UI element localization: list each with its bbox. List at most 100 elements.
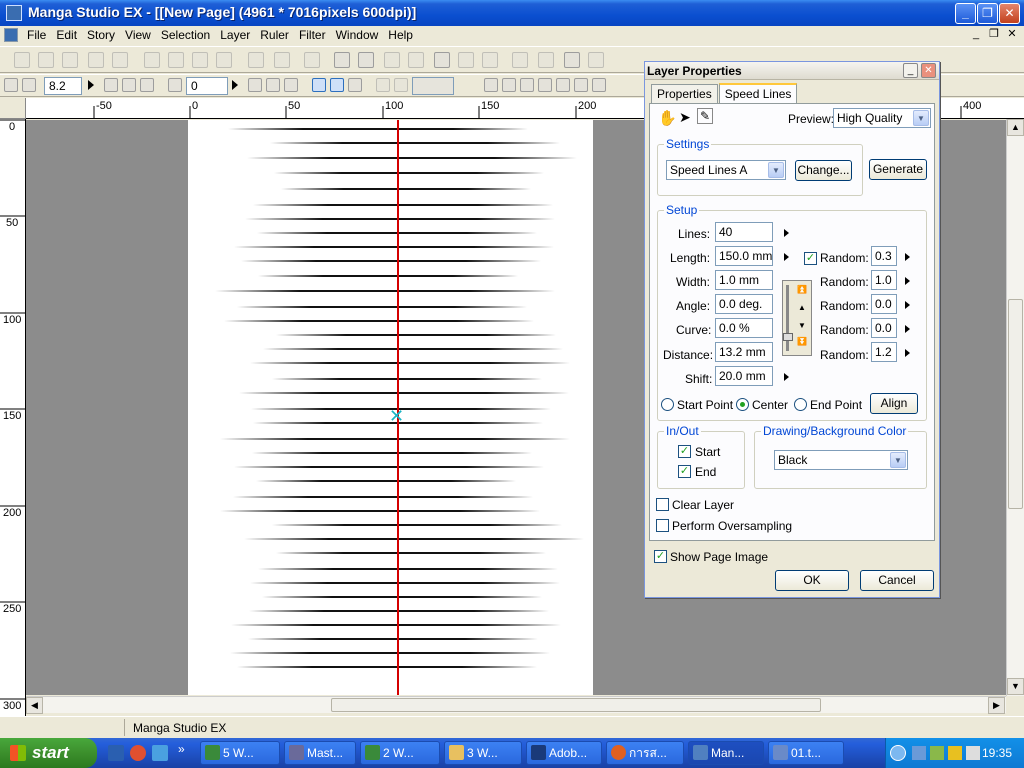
scroll-down-icon[interactable]: ▼ [1007, 678, 1024, 695]
task-button[interactable]: Man... [688, 741, 764, 765]
show-page-image-checkbox[interactable]: ✓ [654, 550, 667, 563]
in-start-checkbox[interactable]: ✓ [678, 445, 691, 458]
align-button[interactable]: Align [870, 393, 918, 414]
snap-icon[interactable] [376, 78, 390, 92]
end-point-radio[interactable] [794, 398, 807, 411]
generate-button[interactable]: Generate [869, 159, 927, 180]
radial-ruler-icon[interactable] [538, 78, 552, 92]
frame-icon[interactable] [408, 52, 424, 68]
pen-tool-icon[interactable]: ✎ [697, 108, 713, 124]
scroll-up-icon[interactable]: ▲ [1007, 119, 1024, 136]
layout-icon[interactable] [384, 52, 400, 68]
grid-ruler-icon[interactable] [574, 78, 588, 92]
special-ruler-icon[interactable] [502, 78, 516, 92]
quicklaunch-desktop-icon[interactable] [108, 745, 124, 761]
horizontal-scrollbar[interactable]: ◀ ▶ [26, 696, 1006, 714]
task-button[interactable]: 3 W... [444, 741, 522, 765]
dialog-minimize-button[interactable]: _ [903, 63, 918, 78]
redo-icon[interactable] [274, 52, 290, 68]
ruler-icon[interactable] [312, 78, 326, 92]
frame-ruler-icon[interactable] [592, 78, 606, 92]
scroll-right-icon[interactable]: ▶ [988, 697, 1005, 714]
dialog-title-bar[interactable]: Layer Properties _ ✕ [645, 62, 939, 80]
security-alert-icon[interactable] [948, 746, 962, 760]
messenger-icon[interactable] [930, 746, 944, 760]
undo-icon[interactable] [248, 52, 264, 68]
center-point-icon[interactable]: ✕ [389, 406, 404, 427]
start-button[interactable]: start [0, 738, 97, 768]
doc-restore-button[interactable]: ❐ [986, 28, 1002, 42]
angle-input[interactable]: 0.0 deg. [715, 294, 773, 314]
menu-layer[interactable]: Layer [215, 26, 255, 44]
curve-random-arrow-icon[interactable] [905, 325, 910, 333]
new-story-icon[interactable] [38, 52, 54, 68]
shift-slider-arrow-icon[interactable] [784, 373, 789, 381]
parallel-ruler-icon[interactable] [556, 78, 570, 92]
save-icon[interactable] [88, 52, 104, 68]
copy-icon[interactable] [168, 52, 184, 68]
preview-select[interactable]: High Quality ▼ [833, 108, 931, 128]
start-point-radio[interactable] [661, 398, 674, 411]
pointer-tool-icon[interactable]: ➤ [679, 109, 691, 126]
dialog-close-button[interactable]: ✕ [921, 63, 936, 78]
width-random-arrow-icon[interactable] [905, 277, 910, 285]
reset-icon[interactable] [248, 78, 262, 92]
width-slider-popup[interactable]: ⏫ ▲ ▼ ⏬ [782, 280, 812, 356]
task-button[interactable]: Adob... [526, 741, 602, 765]
menu-ruler[interactable]: Ruler [255, 26, 294, 44]
menu-filter[interactable]: Filter [294, 26, 331, 44]
network-icon[interactable] [912, 746, 926, 760]
zoom-arrow-icon[interactable] [88, 80, 94, 90]
perspective-icon[interactable] [348, 78, 362, 92]
perspective-ruler-icon[interactable] [520, 78, 534, 92]
tab-speed-lines[interactable]: Speed Lines [718, 83, 798, 105]
quicklaunch-media-icon[interactable] [130, 745, 146, 761]
maximize-button[interactable]: ❐ [977, 3, 998, 24]
distance-random-arrow-icon[interactable] [905, 349, 910, 357]
rotate-field[interactable]: 0 [186, 77, 228, 95]
width-random-input[interactable]: 1.0 [871, 270, 897, 290]
scroll-left-icon[interactable]: ◀ [26, 697, 43, 714]
new-icon[interactable] [14, 52, 30, 68]
center-radio[interactable] [736, 398, 749, 411]
rotate-icon[interactable] [168, 78, 182, 92]
length-random-input[interactable]: 0.3 [871, 246, 897, 266]
menu-view[interactable]: View [120, 26, 156, 44]
panel2-icon[interactable] [538, 52, 554, 68]
change-button[interactable]: Change... [795, 160, 852, 181]
doc-minimize-button[interactable]: _ [968, 28, 984, 42]
angle-random-input[interactable]: 0.0 [871, 294, 897, 314]
slider-up-icon[interactable]: ▲ [798, 303, 806, 312]
vertical-scroll-thumb[interactable] [1008, 299, 1023, 509]
vertical-ruler[interactable]: 0 50 100 150 200 250 300 [0, 119, 26, 716]
app-icon[interactable] [6, 5, 22, 21]
task-button[interactable]: การส... [606, 741, 684, 765]
export-icon[interactable] [482, 52, 498, 68]
lines-slider-arrow-icon[interactable] [784, 229, 789, 237]
length-input[interactable]: 150.0 mm [715, 246, 773, 266]
shift-input[interactable]: 20.0 mm [715, 366, 773, 386]
menu-help[interactable]: Help [383, 26, 418, 44]
task-button[interactable]: 2 W... [360, 741, 440, 765]
open-icon[interactable] [62, 52, 78, 68]
ok-button[interactable]: OK [775, 570, 849, 591]
minimize-button[interactable]: _ [955, 3, 976, 24]
save-all-icon[interactable] [112, 52, 128, 68]
close-button[interactable]: ✕ [999, 3, 1020, 24]
speed-lines-pattern-select[interactable]: Speed Lines A ▼ [666, 160, 786, 180]
menu-window[interactable]: Window [331, 26, 384, 44]
quicklaunch-more-icon[interactable]: » [178, 742, 185, 756]
menu-selection[interactable]: Selection [156, 26, 215, 44]
rotate-arrow-icon[interactable] [232, 80, 238, 90]
fit-page-icon[interactable] [104, 78, 118, 92]
out-end-checkbox[interactable]: ✓ [678, 465, 691, 478]
task-button[interactable]: Mast... [284, 741, 356, 765]
panel-icon[interactable] [512, 52, 528, 68]
fit-width-icon[interactable] [122, 78, 136, 92]
hand-tool-icon[interactable]: ✋ [658, 109, 677, 127]
length-random-arrow-icon[interactable] [905, 253, 910, 261]
snap2-icon[interactable] [394, 78, 408, 92]
print-icon[interactable] [304, 52, 320, 68]
tone-icon[interactable] [434, 52, 450, 68]
doc-close-button[interactable]: ✕ [1004, 28, 1020, 42]
